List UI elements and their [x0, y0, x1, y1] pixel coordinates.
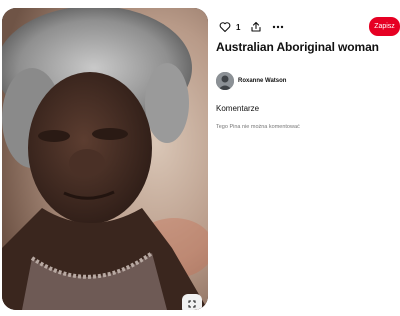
visual-search-button[interactable]	[182, 294, 202, 310]
share-icon	[251, 21, 262, 32]
share-button[interactable]	[247, 18, 265, 36]
pin-image[interactable]	[2, 8, 208, 310]
author-row[interactable]: Roxanne Watson	[216, 72, 286, 90]
ellipsis-icon	[273, 25, 284, 29]
visual-search-icon	[188, 300, 196, 308]
pin-toolbar: 1	[216, 18, 287, 36]
heart-icon	[219, 22, 231, 33]
comments-disabled-note: Tego Pina nie można komentować	[216, 124, 300, 130]
comments-heading: Komentarze	[216, 104, 260, 113]
avatar[interactable]	[216, 72, 234, 90]
save-button[interactable]: Zapisz	[369, 17, 400, 36]
like-button[interactable]	[216, 18, 234, 36]
portrait-photo	[2, 8, 208, 310]
more-options-button[interactable]	[269, 18, 287, 36]
pin-details: 1 Zapisz Australian Aboriginal woman Rox…	[216, 0, 400, 316]
pin-title: Australian Aboriginal woman	[216, 40, 379, 54]
author-name[interactable]: Roxanne Watson	[238, 78, 286, 84]
avatar-image	[216, 72, 234, 90]
like-count: 1	[236, 22, 241, 32]
